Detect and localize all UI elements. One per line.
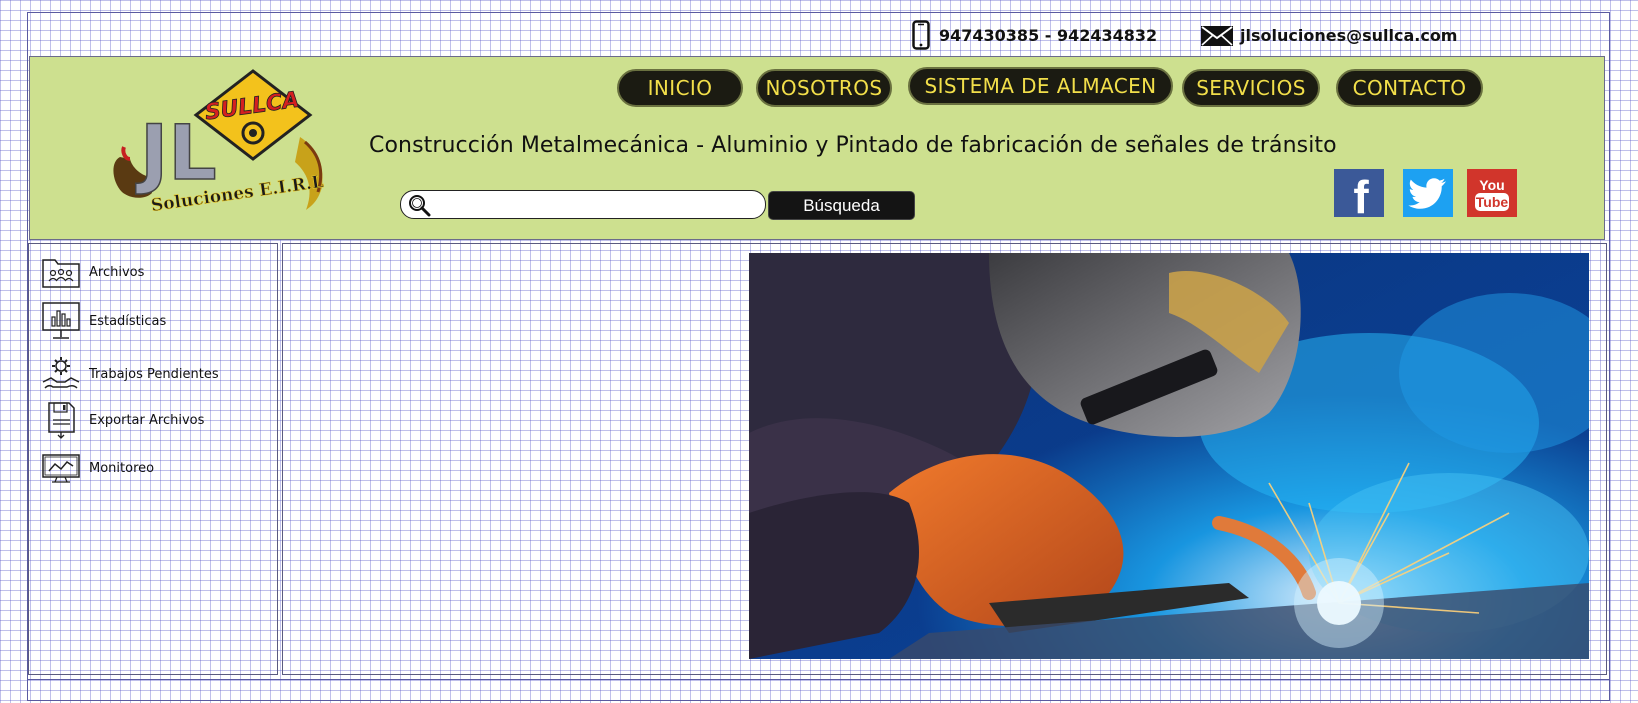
search-icon bbox=[407, 193, 431, 221]
sidebar-item-label: Archivos bbox=[89, 264, 145, 280]
sidebar-item-archivos[interactable]: Archivos bbox=[41, 252, 144, 292]
sidebar-item-label: Trabajos Pendientes bbox=[89, 366, 219, 382]
svg-text:Tube: Tube bbox=[1476, 194, 1509, 210]
youtube-icon: You Tube bbox=[1467, 169, 1517, 217]
company-tagline: Construcción Metalmecánica - Aluminio y … bbox=[369, 133, 1337, 158]
welding-hero-image bbox=[749, 253, 1589, 659]
search-input[interactable] bbox=[435, 194, 759, 216]
sidebar-item-label: Estadísticas bbox=[89, 313, 167, 329]
monitor-line-chart-icon bbox=[41, 448, 81, 488]
twitter-bird-icon bbox=[1403, 169, 1453, 217]
footer-divider bbox=[27, 679, 1609, 680]
main-content bbox=[282, 243, 1607, 675]
youtube-link[interactable]: You Tube bbox=[1467, 169, 1517, 217]
svg-text:f: f bbox=[1353, 171, 1369, 217]
nav-servicios[interactable]: SERVICIOS bbox=[1182, 69, 1320, 107]
sidebar: Archivos Estadísticas Trabajos Pendiente… bbox=[28, 243, 278, 675]
svg-text:You: You bbox=[1479, 177, 1504, 193]
contact-phone: 947430385 - 942434832 bbox=[939, 26, 1158, 45]
sidebar-item-exportar-archivos[interactable]: Exportar Archivos bbox=[41, 400, 204, 440]
nav-nosotros[interactable]: NOSOTROS bbox=[756, 69, 892, 107]
bar-chart-monitor-icon bbox=[41, 301, 81, 341]
site-header: JL SULLCA Soluciones E.I.R.L INICIO NOSO… bbox=[29, 56, 1605, 240]
search-field[interactable] bbox=[400, 190, 766, 219]
gear-wrench-icon bbox=[41, 354, 81, 394]
sidebar-item-trabajos-pendientes[interactable]: Trabajos Pendientes bbox=[41, 354, 219, 394]
contact-email[interactable]: jlsoluciones@sullca.com bbox=[1240, 26, 1457, 45]
nav-sistema-de-almacen[interactable]: SISTEMA DE ALMACEN bbox=[908, 67, 1173, 105]
folder-users-icon bbox=[41, 252, 81, 292]
floppy-disk-icon bbox=[41, 400, 81, 440]
twitter-link[interactable] bbox=[1403, 169, 1453, 217]
mobile-phone-icon bbox=[912, 20, 930, 54]
sidebar-item-label: Monitoreo bbox=[89, 460, 155, 476]
sidebar-item-monitoreo[interactable]: Monitoreo bbox=[41, 448, 154, 488]
facebook-icon: f bbox=[1334, 169, 1384, 223]
envelope-icon bbox=[1200, 25, 1234, 51]
search-button[interactable]: Búsqueda bbox=[768, 191, 915, 220]
nav-contacto[interactable]: CONTACTO bbox=[1336, 69, 1483, 107]
sidebar-item-estadisticas[interactable]: Estadísticas bbox=[41, 301, 166, 341]
nav-inicio[interactable]: INICIO bbox=[617, 69, 743, 107]
company-logo[interactable]: JL SULLCA Soluciones E.I.R.L bbox=[110, 67, 340, 231]
facebook-link[interactable]: f bbox=[1334, 169, 1384, 223]
sidebar-item-label: Exportar Archivos bbox=[89, 412, 205, 428]
